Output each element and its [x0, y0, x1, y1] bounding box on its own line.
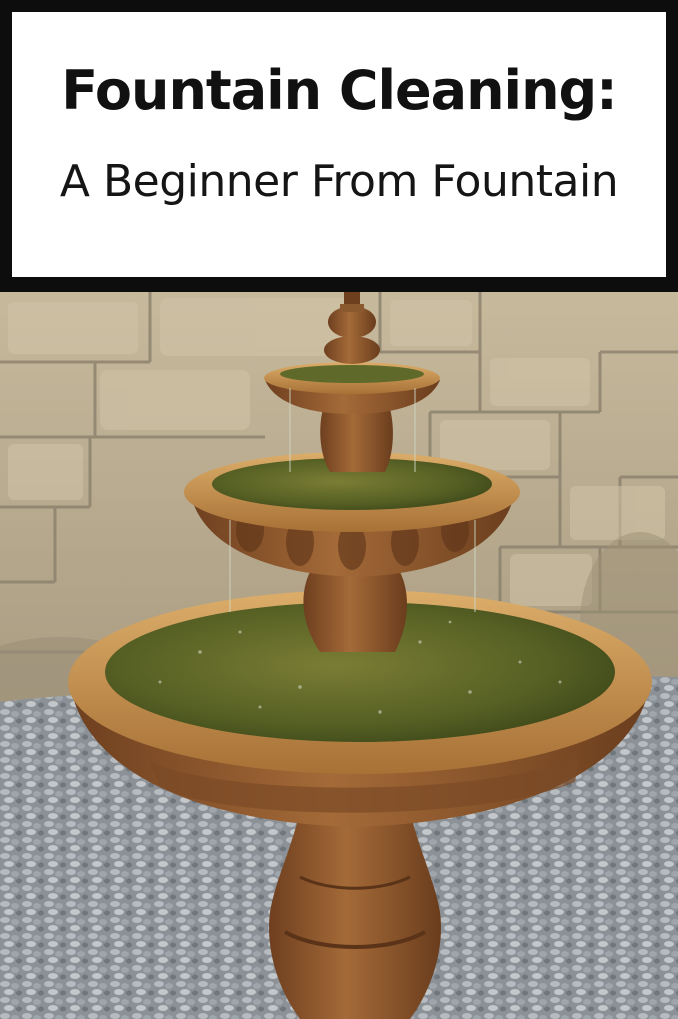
fountain-photo	[0, 292, 678, 1019]
middle-column	[303, 572, 407, 652]
page-title: Fountain Cleaning:	[61, 59, 618, 122]
fountain-pedestal	[269, 812, 441, 1019]
fountain-illustration	[0, 292, 678, 1019]
page-subtitle: A Beginner From Fountain	[59, 156, 619, 207]
title-card: Fountain Cleaning: A Beginner From Fount…	[12, 12, 666, 277]
